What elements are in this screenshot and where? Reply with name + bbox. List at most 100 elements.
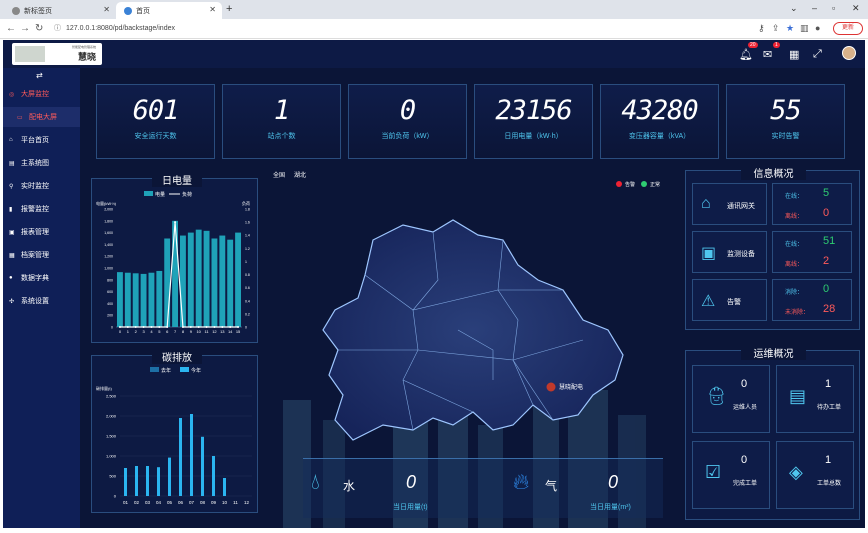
sidebar-item[interactable]: ● 数据字典: [3, 268, 80, 288]
fullscreen-icon[interactable]: ⤢: [813, 48, 822, 61]
sidebar-item[interactable]: ▮ 报警监控: [3, 199, 80, 219]
stat-label: 实时告警: [771, 133, 800, 140]
ops-value: 1: [825, 378, 832, 390]
map-region[interactable]: [322, 219, 624, 441]
info-row[interactable]: ⌂ 通讯网关: [692, 183, 767, 225]
ops-value: 0: [741, 378, 748, 390]
legend-label: 今年: [191, 367, 201, 374]
sidebar-item[interactable]: ◎ 大屏监控: [3, 84, 80, 104]
water-value: 0: [406, 472, 417, 492]
x-tick-label: 1: [127, 329, 130, 334]
sidebar-item[interactable]: ▣ 报表管理: [3, 222, 80, 242]
back-icon[interactable]: ←: [6, 23, 16, 34]
star-icon[interactable]: ★: [786, 23, 794, 34]
close-window-icon[interactable]: ✕: [852, 3, 860, 14]
y-tick-label: 1,500: [106, 434, 117, 439]
x-tick-label: 01: [123, 500, 129, 505]
stat-card: 23156 日用电量（kW·h）: [474, 84, 593, 159]
power-bar: [140, 273, 147, 327]
breadcrumb-national[interactable]: 全国: [273, 170, 285, 179]
monitor-icon: ▭: [17, 114, 23, 121]
sidebar-item[interactable]: ⌂ 平台首页: [3, 130, 80, 150]
power-bar: [180, 235, 186, 327]
tab-home[interactable]: 首页 ✕: [116, 2, 222, 19]
sidebar-item[interactable]: ▤ 主系统图: [3, 153, 80, 173]
legend-swatch-power: [144, 191, 153, 196]
mail-badge: 1: [773, 42, 780, 48]
sidebar-item-label: 实时监控: [21, 183, 49, 190]
x-tick-label: 10: [222, 500, 228, 505]
info-panel: 信息概况 ⌂ 通讯网关 在线： 5 离线： 0 ▣ 监测设备 在线： 51 离线： 2 ⚠ 告警 消除： 0 未…: [685, 165, 860, 330]
key-icon[interactable]: ⚷: [758, 23, 765, 34]
forward-icon[interactable]: →: [20, 23, 30, 34]
stat-value: 23156: [495, 95, 572, 126]
x-tick-label: 6: [166, 329, 169, 334]
breadcrumb-hubei[interactable]: 湖北: [294, 170, 306, 179]
gas-flame-icon: 🔥︎: [513, 469, 530, 494]
legend-label: 去年: [161, 367, 171, 374]
y-tick-label: 1,800: [104, 219, 113, 223]
new-tab-button[interactable]: +: [226, 3, 232, 15]
y-tick-label: 1.6: [245, 221, 250, 225]
ops-item[interactable]: ▤ 1 待办工单: [776, 365, 854, 433]
ops-label: 完成工单: [733, 481, 758, 487]
close-icon[interactable]: ✕: [103, 5, 110, 14]
bell-icon[interactable]: 🔔︎: [739, 48, 753, 61]
reload-icon[interactable]: ↻: [35, 23, 43, 34]
grid-icon[interactable]: ▦: [789, 48, 799, 61]
avatar[interactable]: [842, 46, 856, 60]
logo-name: 慧晓: [78, 52, 97, 62]
count-a-label: 在线：: [785, 242, 804, 248]
url-input[interactable]: ⓘ 127.0.0.1:8080/pd/backstage/index: [54, 22, 754, 36]
y-tick-label: 2,000: [106, 414, 117, 419]
daily-power-title: 日电量: [152, 172, 202, 187]
maximize-icon[interactable]: ▫: [832, 3, 835, 13]
power-bar: [227, 239, 234, 327]
info-row[interactable]: ⚠ 告警: [692, 279, 767, 321]
x-tick-label: 08: [200, 500, 206, 505]
info-counts: 在线： 51 离线： 2: [772, 231, 852, 273]
site-marker[interactable]: [546, 382, 556, 392]
x-tick-label: 2: [135, 329, 138, 334]
extensions-icon[interactable]: ▥: [800, 23, 809, 34]
ops-item[interactable]: ☑ 0 完成工单: [692, 441, 770, 509]
sidebar: ⇄ ◎ 大屏监控 ▭ 配电大屏 ⌂ 平台首页 ▤ 主系统图 ⚲ 实时监控 ▮ 报警监控 ▣ 报表管理 ▦ 档案…: [3, 68, 80, 528]
ops-item[interactable]: ◈ 1 工单总数: [776, 441, 854, 509]
y-tick-label: 800: [107, 278, 113, 282]
info-row-label: 告警: [727, 299, 741, 306]
count-a-value: 5: [823, 187, 830, 199]
legend-label: 负荷: [182, 191, 192, 198]
sidebar-item-label: 平台首页: [21, 137, 49, 144]
info-row[interactable]: ▣ 监测设备: [692, 231, 767, 273]
ops-item[interactable]: 👷︎ 0 运维人员: [692, 365, 770, 433]
sidebar-item[interactable]: ⚲ 实时监控: [3, 176, 80, 196]
tab-new[interactable]: 新标签页 ✕: [4, 2, 116, 19]
carbon-bar: [135, 466, 138, 496]
stat-value: 1: [273, 95, 290, 126]
load-point: [181, 326, 184, 328]
x-tick-label: 05: [167, 500, 173, 505]
info-icon: ⓘ: [54, 25, 61, 32]
close-icon[interactable]: ✕: [209, 5, 216, 14]
power-bar: [235, 232, 241, 327]
mail-icon[interactable]: ✉: [763, 48, 772, 61]
minimize-icon[interactable]: –: [812, 3, 817, 13]
stat-card: 55 实时告警: [726, 84, 845, 159]
monitor-device-icon: ▣: [701, 245, 717, 262]
x-tick-label: 9: [190, 329, 193, 334]
chevron-down-icon[interactable]: ⌄: [790, 3, 798, 14]
collapse-icon[interactable]: ⇄: [36, 71, 43, 80]
stat-label: 日用电量（kW·h）: [504, 133, 563, 140]
carbon-bar: [168, 457, 171, 496]
ops-value: 1: [825, 454, 832, 466]
dictionary-icon: ●: [9, 275, 13, 281]
info-counts: 消除： 0 未消除： 28: [772, 279, 852, 321]
share-icon[interactable]: ⇪: [772, 23, 780, 34]
sidebar-item[interactable]: ▦ 档案管理: [3, 245, 80, 265]
sidebar-item[interactable]: ▭ 配电大屏: [3, 107, 80, 127]
sidebar-item-label: 报警监控: [21, 206, 49, 213]
update-button[interactable]: 更新: [833, 22, 863, 35]
sidebar-item[interactable]: ✣ 系统设置: [3, 291, 80, 311]
profile-icon[interactable]: ●: [815, 23, 820, 33]
x-tick-label: 4: [150, 329, 153, 334]
